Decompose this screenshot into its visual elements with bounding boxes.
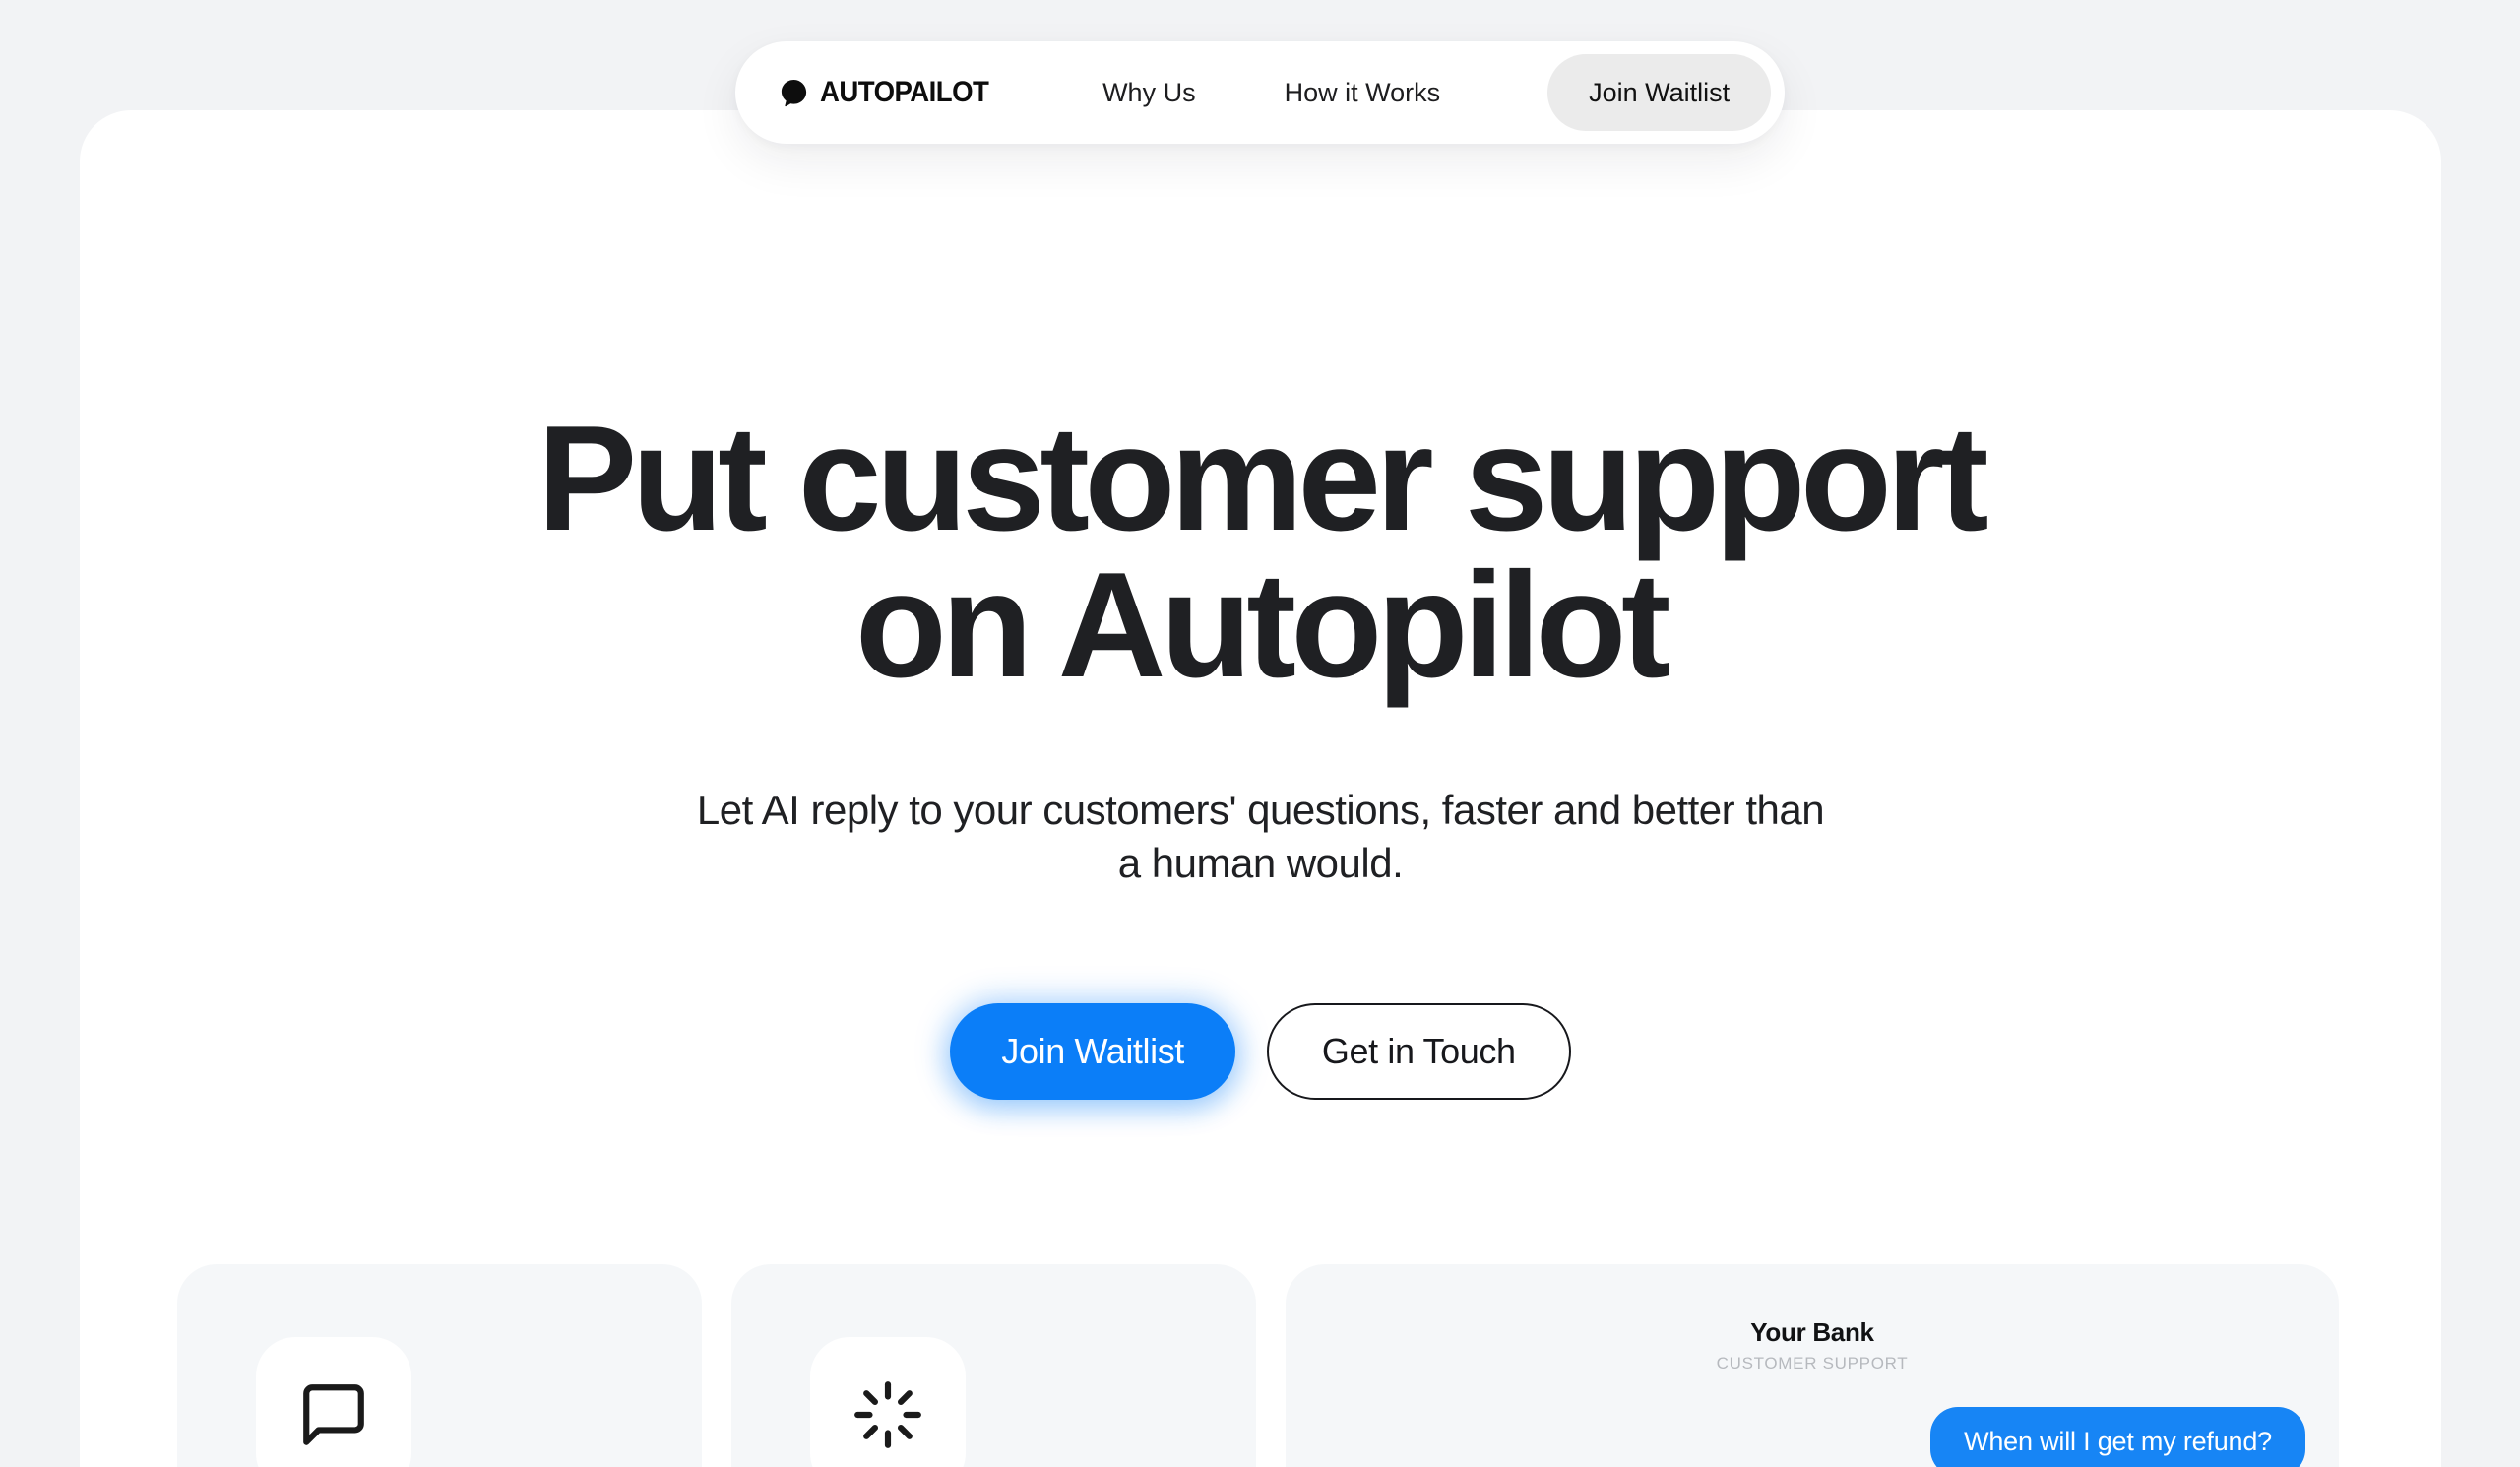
icon-tile: [256, 1337, 411, 1467]
loader-spinner-icon: [851, 1378, 924, 1451]
speech-bubble-dot-icon: [779, 78, 809, 108]
nav-item-how-it-works[interactable]: How it Works: [1240, 79, 1485, 106]
page-panel: Put customer support on Autopilot Let AI…: [80, 110, 2441, 1467]
nav-join-waitlist-button[interactable]: Join Waitlist: [1547, 54, 1772, 131]
chat-demo-messages: When will I get my refund?: [1286, 1407, 2339, 1467]
join-waitlist-button[interactable]: Join Waitlist: [950, 1003, 1235, 1101]
nav-item-why-us[interactable]: Why Us: [1058, 79, 1240, 106]
feature-card-strip: Your Bank CUSTOMER SUPPORT When will I g…: [177, 1264, 2343, 1467]
icon-tile: [810, 1337, 966, 1467]
nav-links: Why Us How it Works: [1058, 79, 1485, 106]
brand-logo[interactable]: AUTOPAILOT: [779, 76, 1003, 109]
chat-demo-header: Your Bank CUSTOMER SUPPORT: [1286, 1264, 2339, 1373]
brand-name: AUTOPAILOT: [819, 76, 989, 108]
hero-subtitle: Let AI reply to your customers' question…: [696, 786, 1825, 886]
feature-card-loader[interactable]: [731, 1264, 1256, 1467]
hero-section: Put customer support on Autopilot Let AI…: [80, 110, 2441, 1101]
hero-cta-group: Join Waitlist Get in Touch: [80, 1003, 2441, 1101]
chat-demo-subtitle: CUSTOMER SUPPORT: [1716, 1354, 1909, 1372]
feature-card-chat-demo[interactable]: Your Bank CUSTOMER SUPPORT When will I g…: [1286, 1264, 2339, 1467]
hero-title-line-1: Put customer support: [536, 395, 1989, 562]
chat-message-user: When will I get my refund?: [1930, 1407, 2305, 1467]
chat-demo-title: Your Bank: [1750, 1317, 1874, 1347]
get-in-touch-button[interactable]: Get in Touch: [1266, 1003, 1571, 1101]
page-title: Put customer support on Autopilot: [424, 404, 2098, 700]
hero-title-line-2: on Autopilot: [854, 541, 1671, 709]
message-square-icon: [297, 1378, 370, 1451]
navigation-bar: AUTOPAILOT Why Us How it Works Join Wait…: [734, 41, 1786, 144]
feature-card-chat[interactable]: [177, 1264, 702, 1467]
